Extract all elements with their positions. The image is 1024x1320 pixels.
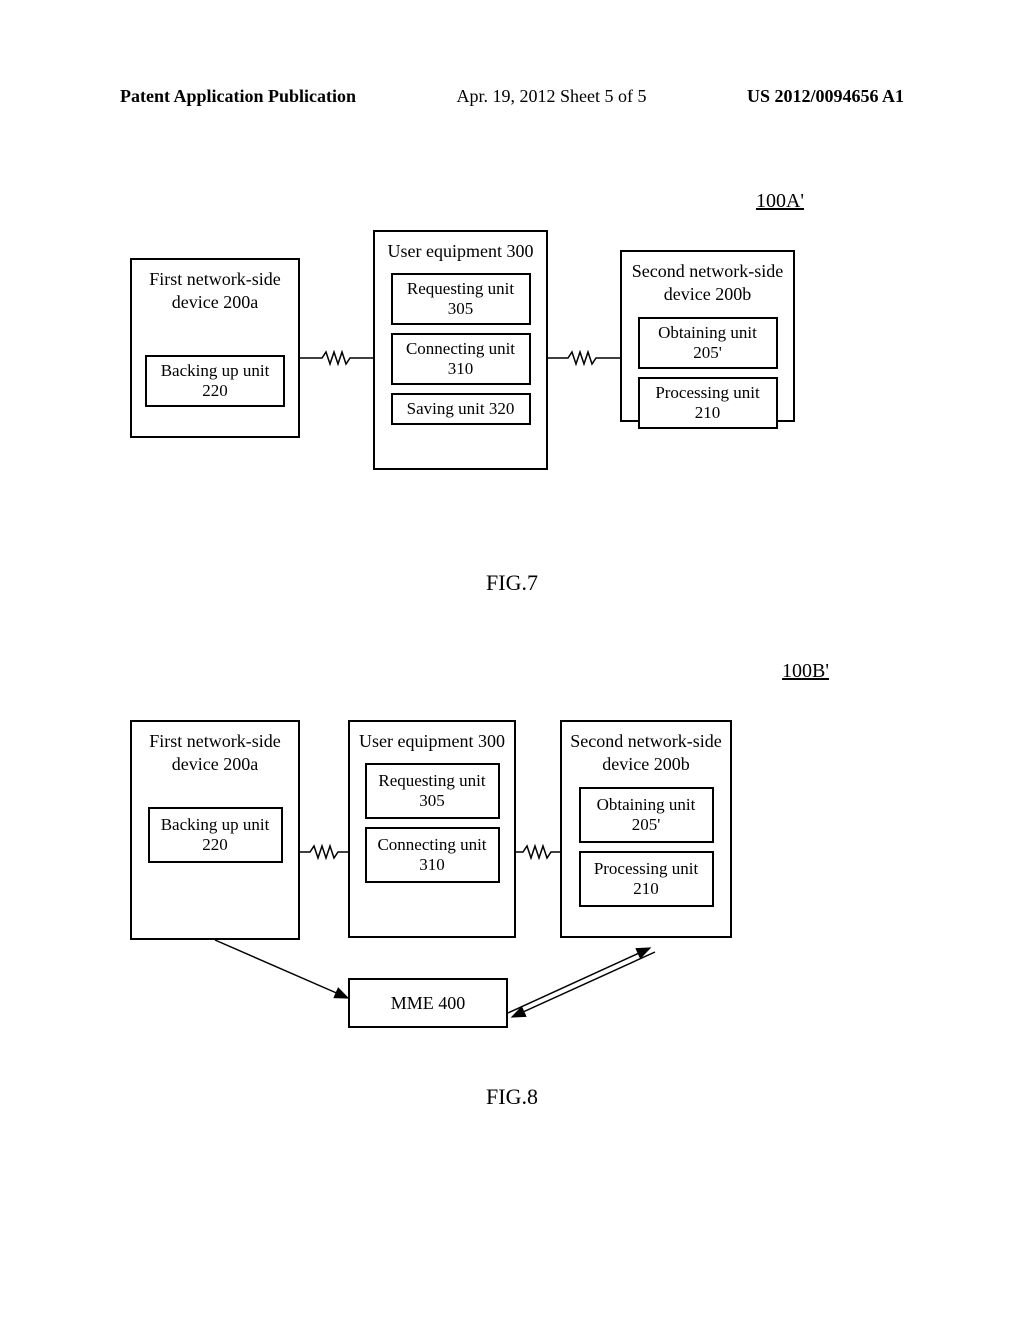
system-label-100a: 100A' xyxy=(756,190,804,213)
obtaining-unit: Obtaining unit 205' xyxy=(579,787,714,843)
second-network-device-box: Second network-side device 200b Obtainin… xyxy=(560,720,732,938)
header-left: Patent Application Publication xyxy=(120,86,356,107)
system-label-100b: 100B' xyxy=(782,660,829,683)
wireless-link-icon xyxy=(515,842,563,844)
first-network-device-box: First network-side device 200a Backing u… xyxy=(130,258,300,438)
user-equipment-box: User equipment 300 Requesting unit 305 C… xyxy=(348,720,516,938)
box-title: First network-side device 200a xyxy=(138,730,292,777)
requesting-unit: Requesting unit 305 xyxy=(391,273,531,325)
box-title: User equipment 300 xyxy=(359,730,505,753)
requesting-unit: Requesting unit 305 xyxy=(365,763,500,819)
wireless-link-icon xyxy=(546,348,622,350)
wireless-link-icon xyxy=(300,348,376,350)
processing-unit: Processing unit 210 xyxy=(638,377,778,429)
box-title: First network-side device 200a xyxy=(138,268,292,315)
box-title: User equipment 300 xyxy=(388,240,534,263)
header-right: US 2012/0094656 A1 xyxy=(747,86,904,107)
second-network-device-box: Second network-side device 200b Obtainin… xyxy=(620,250,795,422)
connecting-unit: Connecting unit 310 xyxy=(365,827,500,883)
figure-8-caption: FIG.8 xyxy=(0,1084,1024,1110)
connecting-unit: Connecting unit 310 xyxy=(391,333,531,385)
header-mid: Apr. 19, 2012 Sheet 5 of 5 xyxy=(457,86,647,107)
figure-7-caption: FIG.7 xyxy=(0,570,1024,596)
mme-label: MME 400 xyxy=(391,993,466,1014)
user-equipment-box: User equipment 300 Requesting unit 305 C… xyxy=(373,230,548,470)
backing-up-unit: Backing up unit 220 xyxy=(148,807,283,863)
saving-unit: Saving unit 320 xyxy=(391,393,531,425)
page-header: Patent Application Publication Apr. 19, … xyxy=(0,86,1024,107)
first-network-device-box: First network-side device 200a Backing u… xyxy=(130,720,300,940)
backing-up-unit: Backing up unit 220 xyxy=(145,355,285,407)
processing-unit: Processing unit 210 xyxy=(579,851,714,907)
obtaining-unit: Obtaining unit 205' xyxy=(638,317,778,369)
mme-box: MME 400 xyxy=(348,978,508,1028)
wireless-link-icon xyxy=(300,842,350,844)
box-title: Second network-side device 200b xyxy=(568,730,724,777)
box-title: Second network-side device 200b xyxy=(628,260,787,307)
